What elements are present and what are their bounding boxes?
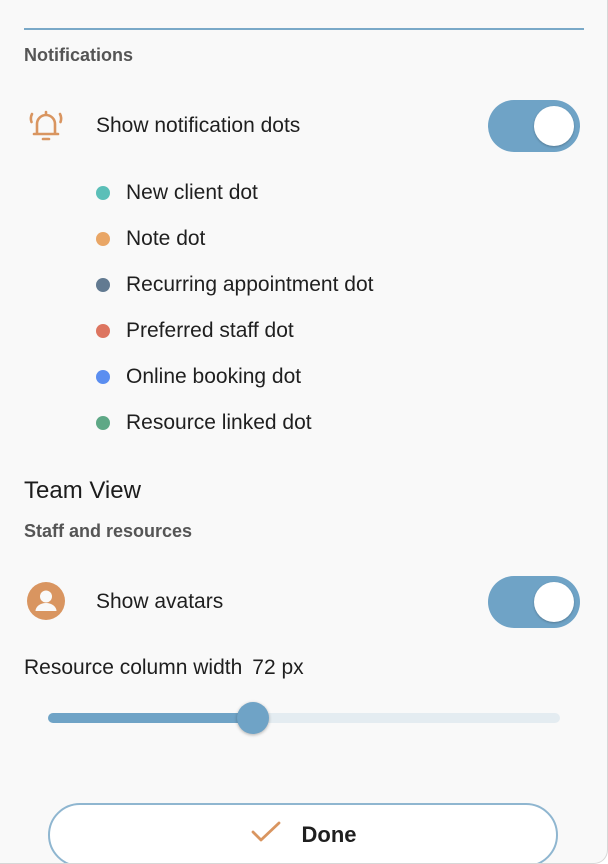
staff-resources-section-label: Staff and resources: [24, 521, 193, 541]
notification-dot-item: Recurring appointment dot: [96, 262, 373, 308]
done-button-label: Done: [301, 822, 357, 847]
slider-fill: [48, 713, 253, 723]
notification-dot-item: Note dot: [96, 216, 373, 262]
notification-dot-item: Resource linked dot: [96, 400, 373, 446]
show-avatars-toggle[interactable]: [488, 576, 580, 628]
dot-label: Online booking dot: [126, 365, 302, 388]
avatar-icon: [24, 579, 68, 623]
bell-icon: [24, 104, 68, 148]
show-notification-dots-toggle[interactable]: [488, 100, 580, 152]
dot-swatch: [96, 370, 110, 384]
dot-swatch: [96, 416, 110, 430]
toggle-knob: [534, 106, 574, 146]
notification-dot-item: Online booking dot: [96, 354, 373, 400]
dot-label: New client dot: [126, 181, 258, 204]
dot-swatch: [96, 324, 110, 338]
notification-dot-item: Preferred staff dot: [96, 308, 373, 354]
show-notification-dots-label: Show notification dots: [96, 114, 301, 137]
dot-label: Preferred staff dot: [126, 319, 294, 342]
notification-dot-list: New client dot Note dot Recurring appointm…: [96, 170, 373, 446]
notifications-section-label: Notifications: [24, 45, 134, 65]
dot-label: Resource linked dot: [126, 411, 312, 434]
team-view-heading: Team View: [24, 477, 141, 504]
resource-column-width-slider[interactable]: [48, 700, 560, 736]
top-divider: [24, 28, 584, 30]
slider-thumb[interactable]: [236, 702, 269, 734]
toggle-knob: [534, 582, 574, 622]
resource-column-width-label: Resource column width: [24, 656, 243, 679]
show-avatars-label: Show avatars: [96, 590, 224, 613]
dot-swatch: [96, 186, 110, 200]
resource-column-width-row: Resource column width 72 px: [24, 656, 304, 680]
check-icon: [250, 820, 282, 849]
resource-column-width-value: 72 px: [252, 656, 304, 679]
dot-label: Note dot: [126, 227, 206, 250]
done-button[interactable]: Done: [48, 803, 558, 863]
dot-label: Recurring appointment dot: [126, 273, 374, 296]
dot-swatch: [96, 278, 110, 292]
dot-swatch: [96, 232, 110, 246]
settings-sheet: Notifications Show notification dots New…: [0, 0, 608, 864]
notification-dot-item: New client dot: [96, 170, 373, 216]
